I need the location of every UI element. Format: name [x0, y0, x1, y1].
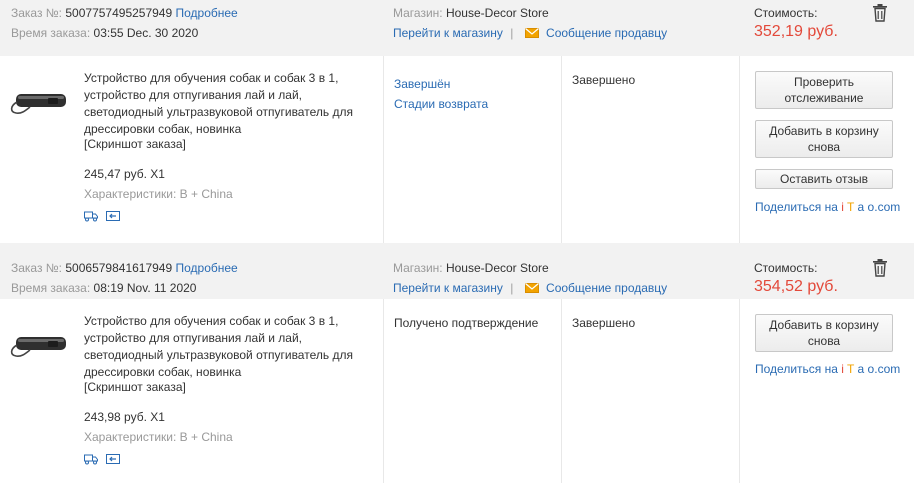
return-stages-link[interactable]: Стадии возврата	[394, 96, 488, 112]
trash-icon[interactable]	[872, 259, 888, 277]
trash-icon[interactable]	[872, 4, 888, 22]
share-logo-a[interactable]: a	[858, 362, 865, 376]
order-time: 08:19 Nov. 11 2020	[93, 281, 197, 295]
truck-icon[interactable]	[84, 453, 98, 465]
column-divider	[739, 56, 740, 243]
add-to-cart-again-button[interactable]: Добавить в корзину снова	[755, 120, 893, 158]
share-logo-t[interactable]: T	[847, 200, 854, 214]
screenshot-link[interactable]: [Скриншот заказа]	[84, 136, 186, 152]
store-row: Магазин: House-Decor Store	[393, 5, 549, 21]
characteristics-row: Характеристики: B + China	[84, 429, 233, 445]
order-number-label: Заказ №:	[11, 261, 63, 275]
order-card: Заказ №: 5006579841617949 Подробнее Врем…	[0, 243, 914, 483]
order-number-row: Заказ №: 5006579841617949 Подробнее	[11, 260, 238, 276]
truck-icon[interactable]	[84, 210, 98, 222]
order-price: 354,52 руб.	[754, 278, 838, 295]
product-title[interactable]: Устройство для обучения собак и собак 3 …	[84, 70, 374, 138]
message-seller-link[interactable]: Сообщение продавцу	[546, 26, 667, 40]
share-logo-com[interactable]: com	[878, 200, 901, 214]
product-image[interactable]	[8, 327, 72, 367]
order-number-label: Заказ №:	[11, 6, 63, 20]
go-to-store-link[interactable]: Перейти к магазину	[393, 281, 503, 295]
order-price: 352,19 руб.	[754, 23, 838, 40]
add-to-cart-again-button[interactable]: Добавить в корзину снова	[755, 314, 893, 352]
store-name: House-Decor Store	[445, 6, 549, 20]
share-logo-t[interactable]: T	[847, 362, 854, 376]
store-links: Перейти к магазину | Сообщение продавцу	[393, 280, 667, 296]
order-header: Заказ №: 5006579841617949 Подробнее Врем…	[0, 243, 914, 299]
order-state: Завершено	[572, 316, 636, 330]
details-link[interactable]: Подробнее	[176, 261, 238, 275]
order-status-link[interactable]: Завершён	[394, 76, 450, 92]
cost-label: Стоимость:	[754, 261, 818, 275]
product-image[interactable]	[8, 84, 72, 124]
cost-label: Стоимость:	[754, 6, 818, 20]
share-label[interactable]: Поделиться на	[755, 200, 838, 214]
order-state: Завершено	[572, 73, 636, 87]
order-time: 03:55 Dec. 30 2020	[93, 26, 199, 40]
store-row: Магазин: House-Decor Store	[393, 260, 549, 276]
characteristics-value: B + China	[179, 187, 233, 201]
store-label: Магазин:	[393, 261, 443, 275]
share-logo-i[interactable]: i	[841, 200, 844, 214]
link-separator: |	[510, 26, 514, 40]
share-row[interactable]: Поделиться на i T a o.com	[755, 361, 900, 377]
order-time-row: Время заказа: 03:55 Dec. 30 2020	[11, 25, 198, 41]
column-divider	[561, 56, 562, 243]
item-icons	[84, 210, 120, 222]
order-status: Получено подтверждение	[394, 316, 539, 330]
leave-review-button[interactable]: Оставить отзыв	[755, 169, 893, 189]
characteristics-label: Характеристики:	[84, 430, 177, 444]
order-number: 5007757495257949	[65, 6, 173, 20]
mail-icon	[524, 28, 539, 38]
order-time-label: Время заказа:	[11, 281, 91, 295]
characteristics-label: Характеристики:	[84, 187, 177, 201]
check-tracking-button[interactable]: Проверить отслеживание	[755, 71, 893, 109]
go-to-store-link[interactable]: Перейти к магазину	[393, 26, 503, 40]
store-links: Перейти к магазину | Сообщение продавцу	[393, 25, 667, 41]
column-divider	[383, 56, 384, 243]
order-header: Заказ №: 5007757495257949 Подробнее Врем…	[0, 0, 914, 56]
item-icons	[84, 453, 120, 465]
characteristics-value: B + China	[179, 430, 233, 444]
order-time-row: Время заказа: 08:19 Nov. 11 2020	[11, 280, 196, 296]
order-number-row: Заказ №: 5007757495257949 Подробнее	[11, 5, 238, 21]
order-number: 5006579841617949	[65, 261, 173, 275]
column-divider	[561, 299, 562, 483]
column-divider	[739, 299, 740, 483]
characteristics-row: Характеристики: B + China	[84, 186, 233, 202]
store-name: House-Decor Store	[445, 261, 549, 275]
mail-icon	[524, 283, 539, 293]
return-icon[interactable]	[106, 210, 120, 222]
share-logo-a[interactable]: a	[858, 200, 865, 214]
share-logo-com[interactable]: com	[878, 362, 901, 376]
share-row[interactable]: Поделиться на i T a o.com	[755, 199, 900, 215]
return-icon[interactable]	[106, 453, 120, 465]
product-title[interactable]: Устройство для обучения собак и собак 3 …	[84, 313, 374, 381]
order-body: Устройство для обучения собак и собак 3 …	[0, 299, 914, 483]
link-separator: |	[510, 281, 514, 295]
store-label: Магазин:	[393, 6, 443, 20]
screenshot-link[interactable]: [Скриншот заказа]	[84, 379, 186, 395]
order-time-label: Время заказа:	[11, 26, 91, 40]
item-price: 243,98 руб. X1	[84, 410, 165, 424]
share-logo-i[interactable]: i	[841, 362, 844, 376]
share-label[interactable]: Поделиться на	[755, 362, 838, 376]
order-body: Устройство для обучения собак и собак 3 …	[0, 56, 914, 243]
item-price: 245,47 руб. X1	[84, 167, 165, 181]
message-seller-link[interactable]: Сообщение продавцу	[546, 281, 667, 295]
order-card: Заказ №: 5007757495257949 Подробнее Врем…	[0, 0, 914, 243]
details-link[interactable]: Подробнее	[176, 6, 238, 20]
column-divider	[383, 299, 384, 483]
